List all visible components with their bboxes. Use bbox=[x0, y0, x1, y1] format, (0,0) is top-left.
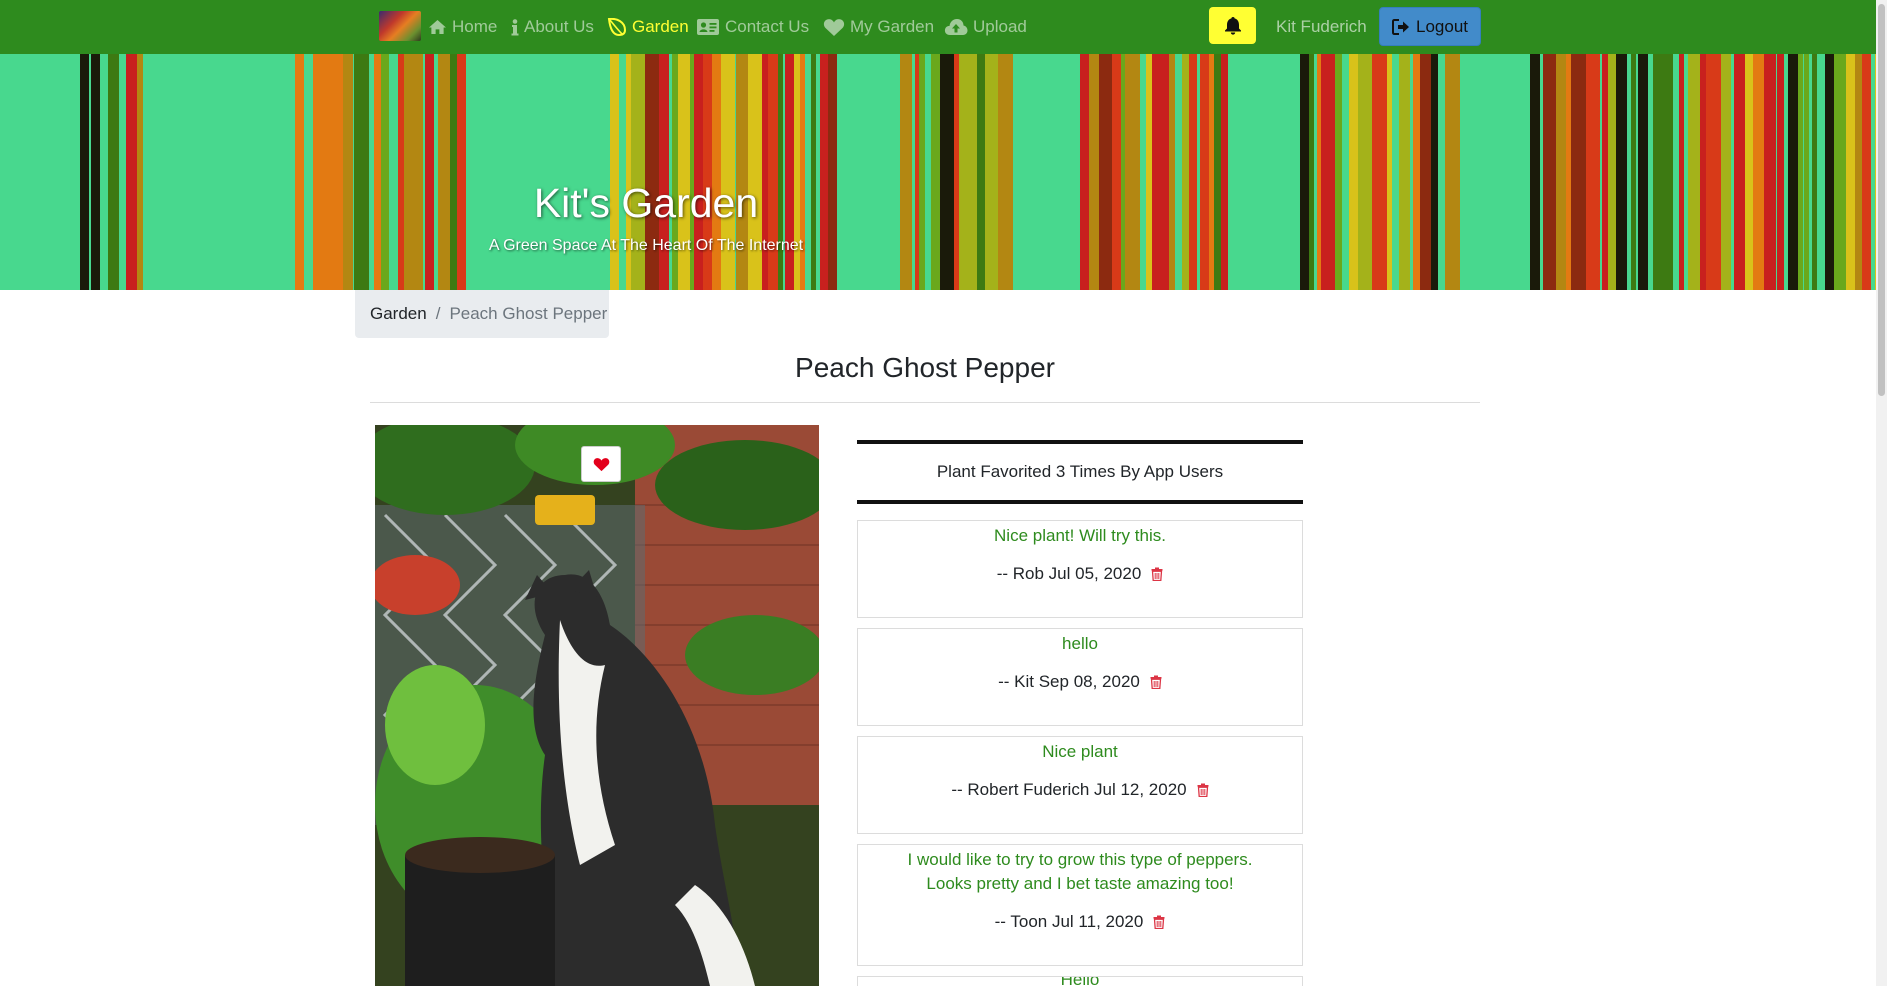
breadcrumb: Garden / Peach Ghost Pepper bbox=[355, 290, 609, 338]
trash-icon[interactable] bbox=[1197, 783, 1209, 797]
contact-card-icon bbox=[696, 18, 720, 36]
nav-upload[interactable]: Upload bbox=[944, 0, 1027, 54]
comment-author-date: -- Toon Jul 11, 2020 bbox=[994, 912, 1144, 931]
username-link[interactable]: Kit Fuderich bbox=[1276, 0, 1367, 54]
heart-icon bbox=[823, 18, 845, 37]
nav-about[interactable]: About Us bbox=[511, 0, 594, 54]
comment-meta: -- Kit Sep 08, 2020 bbox=[858, 672, 1302, 692]
notifications-button[interactable] bbox=[1209, 7, 1256, 44]
site-logo[interactable] bbox=[379, 11, 421, 41]
comment-card: Hello bbox=[857, 976, 1303, 986]
comment-text: Nice plant! Will try this. bbox=[994, 526, 1166, 545]
breadcrumb-garden-link[interactable]: Garden bbox=[370, 304, 427, 324]
comment-card: I would like to try to grow this type of… bbox=[857, 844, 1303, 966]
nav-contact-label: Contact Us bbox=[725, 17, 810, 36]
nav-about-label: About Us bbox=[524, 17, 594, 36]
nav-garden[interactable]: Garden bbox=[607, 0, 689, 54]
comment-text: Nice plant bbox=[1042, 742, 1118, 761]
comment-author-date: -- Kit Sep 08, 2020 bbox=[998, 672, 1140, 691]
scrollbar-thumb[interactable] bbox=[1878, 4, 1885, 396]
top-navbar: Home About Us Garden Contact Us My Garde… bbox=[0, 0, 1876, 54]
hero-subtitle: A Green Space At The Heart Of The Intern… bbox=[488, 237, 804, 254]
bell-icon bbox=[1224, 17, 1241, 35]
comment-text: I would like to try to grow this type of… bbox=[907, 850, 1253, 893]
logout-label: Logout bbox=[1416, 16, 1468, 36]
nav-garden-label: Garden bbox=[632, 17, 689, 36]
logout-icon bbox=[1392, 18, 1410, 35]
trash-icon[interactable] bbox=[1150, 675, 1162, 689]
comment-meta: -- Rob Jul 05, 2020 bbox=[858, 564, 1302, 584]
favorite-button[interactable] bbox=[581, 446, 621, 482]
breadcrumb-current: Peach Ghost Pepper bbox=[449, 304, 608, 323]
comment-meta: -- Toon Jul 11, 2020 bbox=[858, 912, 1302, 932]
hero-stripes-graphic bbox=[80, 54, 1876, 290]
comment-card: hello -- Kit Sep 08, 2020 bbox=[857, 628, 1303, 726]
comment-meta: -- Robert Fuderich Jul 12, 2020 bbox=[858, 780, 1302, 800]
cloud-upload-icon bbox=[944, 18, 968, 36]
title-divider bbox=[370, 402, 1480, 403]
page-scrollbar[interactable] bbox=[1876, 0, 1887, 986]
nav-my-garden[interactable]: My Garden bbox=[823, 0, 934, 54]
leaf-icon bbox=[607, 18, 627, 36]
logout-button[interactable]: Logout bbox=[1379, 7, 1481, 46]
nav-my-garden-label: My Garden bbox=[850, 17, 935, 36]
comment-author-date: -- Robert Fuderich Jul 12, 2020 bbox=[951, 780, 1187, 799]
home-icon bbox=[428, 19, 447, 35]
heart-icon bbox=[593, 457, 609, 471]
nav-contact[interactable]: Contact Us bbox=[696, 0, 809, 54]
hero-title: Kit's Garden bbox=[533, 180, 759, 226]
trash-icon[interactable] bbox=[1153, 915, 1165, 929]
comment-card: Nice plant -- Robert Fuderich Jul 12, 20… bbox=[857, 736, 1303, 834]
comment-text: hello bbox=[1062, 634, 1098, 653]
breadcrumb-separator: / bbox=[435, 304, 441, 323]
info-icon bbox=[511, 18, 519, 36]
nav-home[interactable]: Home bbox=[428, 0, 497, 54]
comment-card: Nice plant! Will try this. -- Rob Jul 05… bbox=[857, 520, 1303, 618]
comment-text: Hello bbox=[1060, 976, 1100, 986]
nav-upload-label: Upload bbox=[973, 17, 1027, 36]
nav-home-label: Home bbox=[452, 17, 498, 36]
hero-banner: Kit's Garden A Green Space At The Heart … bbox=[0, 54, 1876, 290]
comment-author-date: -- Rob Jul 05, 2020 bbox=[996, 564, 1142, 583]
plant-photo bbox=[375, 425, 819, 986]
trash-icon[interactable] bbox=[1151, 567, 1163, 581]
favorite-count: Plant Favorited 3 Times By App Users bbox=[857, 440, 1303, 504]
page-title: Peach Ghost Pepper bbox=[795, 352, 1055, 383]
